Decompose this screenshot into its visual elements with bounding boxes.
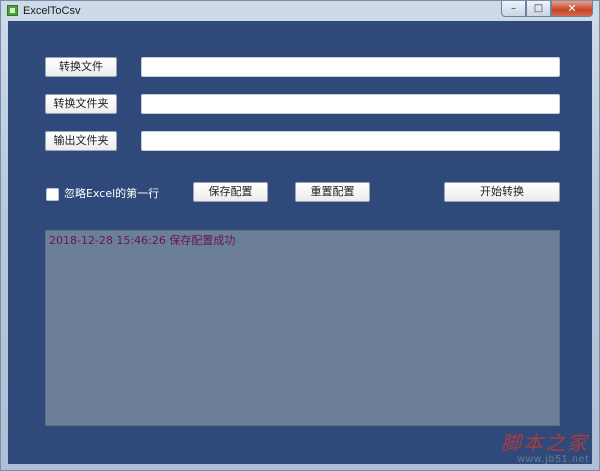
reset-config-button[interactable]: 重置配置 [295,182,370,202]
ignore-first-row-checkbox[interactable] [46,188,59,201]
caption-buttons: – □ ✕ [501,1,593,17]
site-watermark: 脚本之家 www.jb51.net [501,432,589,466]
log-output-area[interactable]: 2018-12-28 15:46:26 保存配置成功 [45,230,560,426]
convert-file-path-input[interactable] [141,57,560,77]
output-folder-path-input[interactable] [141,131,560,151]
save-config-button[interactable]: 保存配置 [193,182,268,202]
minimize-button[interactable]: – [501,1,526,17]
start-convert-button[interactable]: 开始转换 [444,182,560,202]
log-line: 2018-12-28 15:46:26 保存配置成功 [49,234,236,247]
convert-folder-path-input[interactable] [141,94,560,114]
app-window: ExcelToCsv – □ ✕ 转换文件 转换文件夹 输出文件夹 忽略Exce… [0,0,600,471]
window-title: ExcelToCsv [23,5,81,17]
convert-folder-button[interactable]: 转换文件夹 [45,94,117,114]
main-panel: 转换文件 转换文件夹 输出文件夹 忽略Excel的第一行 保存配置 重置配置 开… [8,21,592,464]
maximize-button[interactable]: □ [526,1,551,17]
excel-app-icon [7,5,18,16]
watermark-url: www.jb51.net [517,454,589,465]
convert-file-button[interactable]: 转换文件 [45,57,117,77]
close-button[interactable]: ✕ [551,1,593,17]
watermark-logo-text: 脚本之家 [501,431,589,455]
ignore-first-row-label: 忽略Excel的第一行 [64,187,160,200]
title-bar[interactable]: ExcelToCsv – □ ✕ [1,1,599,21]
output-folder-button[interactable]: 输出文件夹 [45,131,117,151]
